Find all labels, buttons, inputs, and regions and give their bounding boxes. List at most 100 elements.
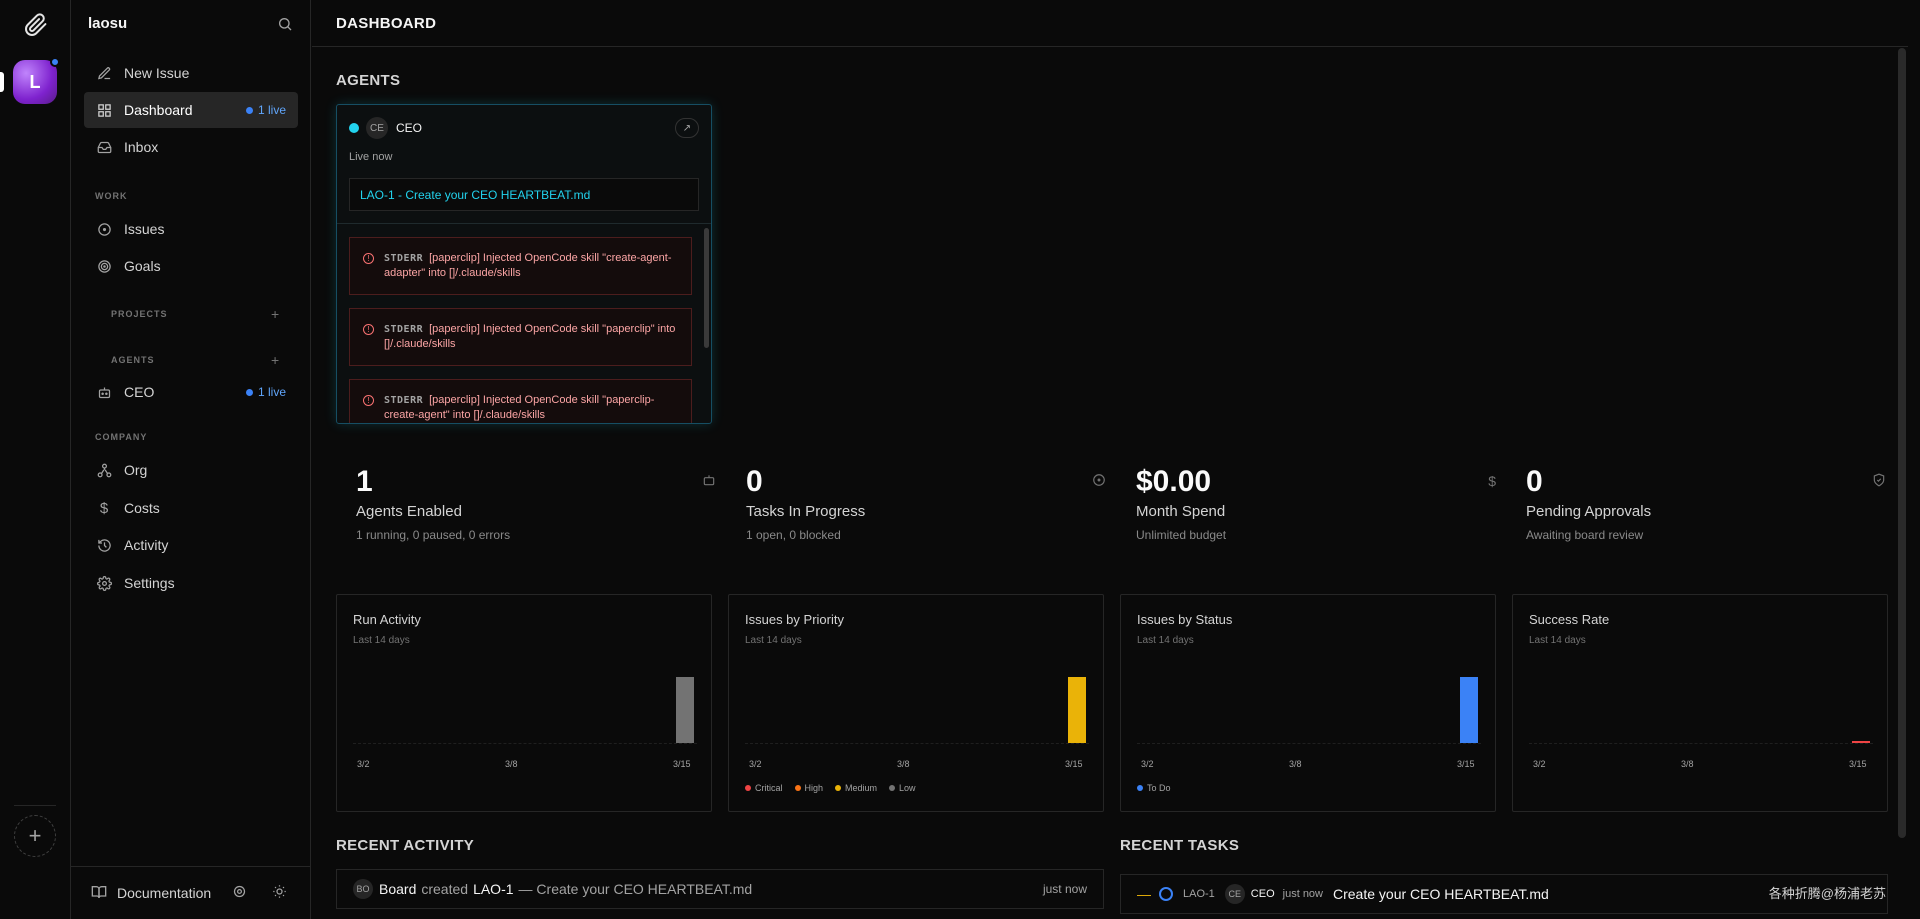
chart-baseline	[353, 743, 697, 744]
sidebar-item-label: Goals	[124, 258, 161, 274]
sidebar-item-dashboard[interactable]: Dashboard 1 live	[84, 92, 298, 128]
circle-dot-icon	[1092, 473, 1106, 490]
live-badge: 1 live	[245, 385, 286, 399]
tick-label: 3/15	[1849, 759, 1867, 769]
add-agent-button[interactable]: +	[271, 352, 279, 368]
chart-subtitle: Last 14 days	[353, 635, 410, 646]
bot-icon	[96, 384, 112, 400]
chart-title: Issues by Status	[1137, 612, 1233, 627]
sidebar-header: laosu	[71, 0, 310, 47]
section-label-work: WORK	[95, 191, 128, 201]
main-scrollbar[interactable]	[1898, 48, 1906, 838]
tick-label: 3/15	[1065, 759, 1083, 769]
legend-item: High	[794, 783, 823, 793]
status-todo-icon[interactable]	[1159, 887, 1173, 901]
legend-item: Medium	[835, 783, 877, 793]
add-org-button[interactable]: +	[14, 815, 56, 857]
dollar-icon: $	[1488, 473, 1496, 489]
agent-name: CEO	[396, 121, 423, 135]
watermark-text: 各种折腾@杨浦老苏	[1768, 886, 1886, 901]
stat-pending-approvals[interactable]: 0 Pending Approvals Awaiting board revie…	[1526, 465, 1886, 555]
main-content: DASHBOARD AGENTS CE CEO ↗ Live now LAO-1…	[312, 0, 1908, 919]
chart-subtitle: Last 14 days	[1137, 635, 1194, 646]
sidebar-item-label: Dashboard	[124, 102, 193, 118]
live-dot	[245, 388, 253, 396]
sidebar-item-org[interactable]: Org	[84, 452, 298, 488]
documentation-link[interactable]: Documentation	[117, 885, 211, 901]
sidebar-item-goals[interactable]: Goals	[84, 248, 298, 284]
chart-legend: Critical High Medium Low	[745, 783, 916, 793]
sidebar-item-label: New Issue	[124, 65, 190, 81]
section-label-agents: AGENTS	[111, 355, 155, 365]
chart-title: Run Activity	[353, 612, 421, 627]
activity-detail: — Create your CEO HEARTBEAT.md	[518, 881, 753, 897]
rail-divider	[14, 805, 56, 806]
theme-toggle-sun-icon[interactable]	[272, 884, 287, 902]
agent-current-issue-link[interactable]: LAO-1 - Create your CEO HEARTBEAT.md	[349, 178, 699, 211]
chart-bar-3-15	[1851, 741, 1870, 743]
sidebar-item-ceo[interactable]: CEO 1 live	[84, 374, 298, 410]
sidebar-item-costs[interactable]: $ Costs	[84, 490, 298, 526]
activity-row[interactable]: BO Board created LAO-1 — Create your CEO…	[336, 869, 1104, 909]
settings-gear-icon[interactable]	[232, 884, 247, 902]
tick-label: 3/15	[673, 759, 691, 769]
avatar: CE	[1224, 884, 1245, 904]
activity-verb: created	[421, 881, 469, 897]
tick-label: 3/8	[897, 759, 910, 769]
agent-card-header: CE CEO	[349, 117, 422, 139]
sidebar-item-new-issue[interactable]: New Issue	[84, 55, 298, 91]
org-avatar[interactable]: L	[13, 60, 57, 104]
log-scrollbar[interactable]	[704, 228, 709, 348]
tick-label: 3/8	[1681, 759, 1694, 769]
stat-month-spend[interactable]: $0.00 Month Spend Unlimited budget $	[1136, 465, 1496, 555]
legend-item: To Do	[1137, 783, 1171, 793]
sidebar-item-inbox[interactable]: Inbox	[84, 129, 298, 165]
org-avatar-initial: L	[29, 71, 41, 92]
chart-bar-3-15	[1067, 677, 1086, 743]
tick-label: 3/8	[1289, 759, 1302, 769]
circle-dot-icon	[96, 221, 112, 237]
alert-circle-icon: !	[363, 253, 374, 264]
edit-icon	[96, 65, 112, 81]
alert-circle-icon: !	[363, 395, 374, 406]
log-text: [paperclip] Injected OpenCode skill "pap…	[384, 394, 655, 421]
stat-agents-enabled[interactable]: 1 Agents Enabled 1 running, 0 paused, 0 …	[356, 465, 716, 555]
task-id: LAO-1	[1183, 888, 1215, 900]
agent-status: Live now	[349, 151, 393, 163]
sidebar-item-label: Activity	[124, 537, 169, 553]
log-entry: ! STDERR [paperclip] Injected OpenCode sk…	[349, 379, 692, 423]
bot-icon	[702, 473, 716, 490]
add-project-button[interactable]: +	[271, 306, 279, 322]
chart-issues-by-priority: Issues by Priority Last 14 days 3/2 3/8 …	[728, 594, 1104, 812]
search-icon[interactable]	[277, 16, 293, 32]
stat-label: Pending Approvals	[1526, 503, 1652, 520]
sidebar-item-settings[interactable]: Settings	[84, 565, 298, 601]
paperclip-logo-icon[interactable]	[24, 13, 48, 37]
sidebar-item-label: Settings	[124, 575, 175, 591]
active-org-indicator	[0, 72, 4, 92]
sidebar-item-activity[interactable]: Activity	[84, 527, 298, 563]
stat-sub: 1 open, 0 blocked	[746, 528, 841, 542]
section-label-projects: PROJECTS	[111, 309, 168, 319]
stat-tasks-in-progress[interactable]: 0 Tasks In Progress 1 open, 0 blocked	[746, 465, 1106, 555]
log-tag: STDERR	[384, 253, 424, 264]
sidebar-item-label: CEO	[124, 384, 155, 400]
inbox-icon	[96, 139, 112, 155]
history-icon	[96, 537, 112, 553]
log-tag: STDERR	[384, 395, 424, 406]
org-live-dot	[50, 57, 60, 67]
sidebar-footer: Documentation	[71, 866, 311, 919]
gear-icon	[96, 575, 112, 591]
target-icon	[96, 258, 112, 274]
activity-target[interactable]: LAO-1	[473, 881, 513, 897]
agent-card-ceo[interactable]: CE CEO ↗ Live now LAO-1 - Create your CE…	[336, 104, 712, 424]
sidebar-item-issues[interactable]: Issues	[84, 211, 298, 247]
agent-live-dot	[349, 123, 359, 133]
stat-label: Agents Enabled	[356, 503, 462, 520]
stat-label: Month Spend	[1136, 503, 1226, 520]
stat-value: 0	[746, 465, 763, 498]
external-link-icon[interactable]: ↗	[675, 118, 699, 138]
chart-legend: To Do	[1137, 783, 1171, 793]
tick-label: 3/2	[1533, 759, 1546, 769]
shield-check-icon	[1872, 473, 1886, 490]
